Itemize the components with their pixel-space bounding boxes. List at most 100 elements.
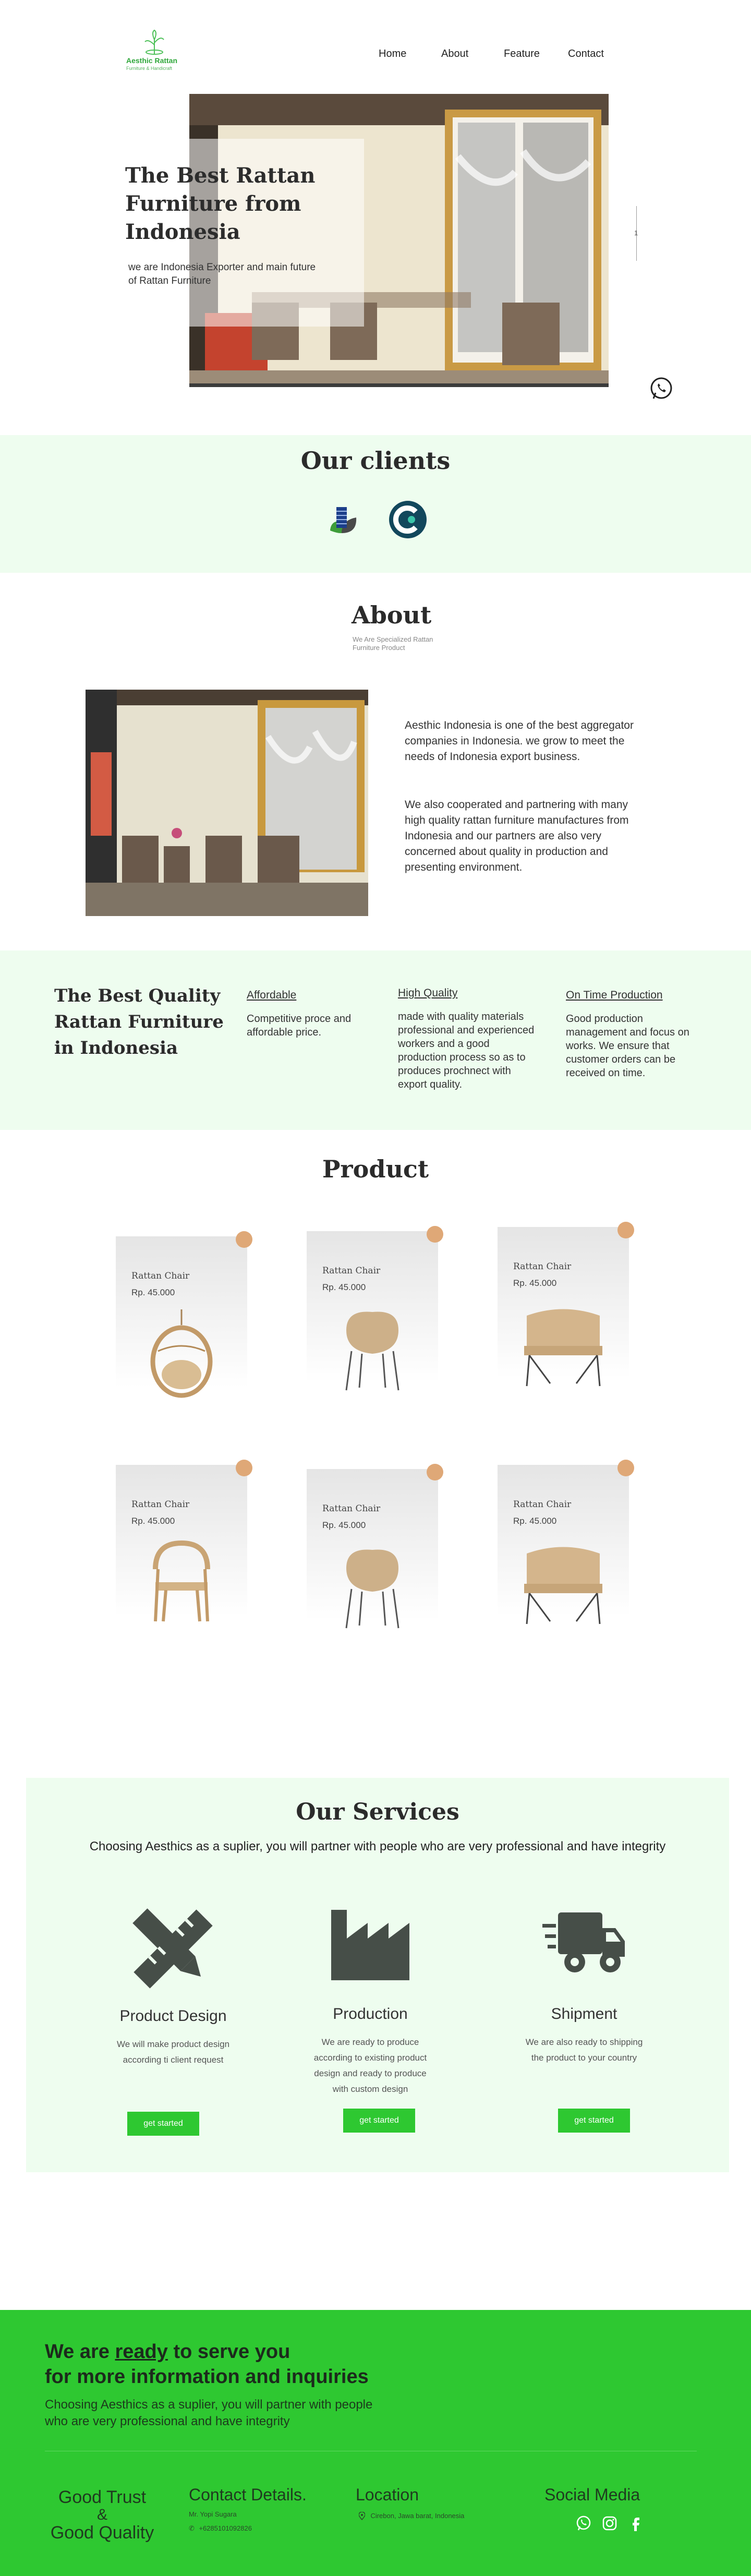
product-title: Product	[322, 1155, 429, 1183]
logo-text: Aesthic Rattan	[126, 56, 178, 65]
hero-title: The Best Rattan Furniture from Indonesia	[125, 163, 316, 244]
quality-text: Good production management and focus on …	[566, 1013, 689, 1079]
product-price: Rp. 45.000	[322, 1520, 366, 1530]
cta-sub-1: Choosing Aesthics as a suplier, you will…	[45, 2398, 373, 2412]
clients-section: Our clients	[0, 435, 751, 573]
about-section: About We Are Specialized Rattan Furnitur…	[0, 574, 751, 949]
quality-heading: High Quality	[398, 987, 458, 999]
product-section: Product Rattan Chair Rp. 45.000 Rattan C…	[0, 1132, 751, 1654]
site-header: Aesthic Rattan Furniture & Handicraft Ho…	[0, 0, 751, 89]
product-card[interactable]: Rattan Chair Rp. 45.000	[116, 1460, 252, 1622]
services-title: Our Services	[296, 1799, 459, 1825]
whatsapp-button[interactable]	[649, 377, 673, 401]
quality-section: The Best Quality Rattan Furniture in Ind…	[0, 950, 751, 1130]
nav-about[interactable]: About	[441, 48, 468, 60]
product-card[interactable]: Rattan Chair Rp. 45.000	[498, 1222, 634, 1387]
service-desc: We will make product design according ti…	[116, 2039, 230, 2065]
nav-feature[interactable]: Feature	[504, 48, 540, 60]
location-title: Location	[356, 2485, 419, 2504]
about-tagline: We Are Specialized Rattan Furniture Prod…	[353, 635, 433, 652]
facebook-link[interactable]	[628, 2515, 644, 2531]
product-badge	[617, 1222, 634, 1238]
product-name: Rattan Chair	[131, 1499, 190, 1510]
services-subtitle: Choosing Aesthics as a suplier, you will…	[89, 1839, 666, 1853]
quality-text: made with quality materials professional…	[398, 1011, 535, 1090]
services-section: Our Services Choosing Aesthics as a supl…	[26, 1778, 729, 2172]
bench-chair-icon	[524, 1547, 602, 1624]
whatsapp-icon	[650, 377, 672, 399]
truck-icon	[542, 1912, 625, 1972]
product-card[interactable]: Rattan Chair Rp. 45.000	[307, 1226, 443, 1391]
contact-title: Contact Details.	[189, 2485, 307, 2504]
letter-c-icon	[389, 501, 427, 538]
about-title: About	[352, 601, 432, 629]
about-para-2: We also cooperated and partnering with m…	[405, 799, 629, 873]
cta-line1-pre: We are	[45, 2341, 115, 2363]
phone-icon: ✆	[189, 2524, 195, 2532]
clients-title: Our clients	[300, 447, 451, 475]
trust-line2: Good Quality	[50, 2523, 154, 2543]
cta-line2: for more information and inquiries	[45, 2366, 369, 2388]
arm-chair-icon	[153, 1540, 210, 1622]
nav-home[interactable]: Home	[379, 48, 406, 60]
hero-subtitle: we are Indonesia Exporter and main futur…	[128, 262, 316, 286]
footer-section: We are ready to serve you for more infor…	[0, 2310, 751, 2576]
cta-heading: We are ready to serve you for more infor…	[45, 2339, 369, 2389]
shell-chair-icon	[345, 1549, 399, 1629]
trust-block: Good Trust & Good Quality	[45, 2487, 160, 2543]
shell-chair-icon	[345, 1311, 399, 1391]
leaf-building-icon	[330, 507, 357, 533]
contact-phone-row[interactable]: ✆ +6285101092826	[189, 2524, 252, 2533]
trust-line1: Good Trust	[58, 2487, 147, 2507]
quality-title: The Best Quality Rattan Furniture in Ind…	[54, 985, 224, 1058]
factory-icon	[331, 1910, 409, 1980]
quality-heading: On Time Production	[566, 989, 663, 1001]
client-logo-2[interactable]	[387, 499, 429, 540]
contact-phone: +6285101092826	[199, 2524, 252, 2532]
product-badge	[427, 1464, 443, 1480]
whatsapp-link[interactable]	[576, 2515, 591, 2531]
service-title: Product Design	[119, 2007, 227, 2025]
logo-subtext: Furniture & Handicraft	[126, 66, 173, 71]
cafe-terrace-photo	[86, 690, 368, 916]
bench-chair-icon	[524, 1309, 602, 1387]
client-logo-1[interactable]	[326, 502, 362, 540]
product-price: Rp. 45.000	[131, 1516, 175, 1526]
instagram-icon	[602, 2516, 617, 2531]
product-badge	[617, 1460, 634, 1476]
hero-section: The Best Rattan Furniture from Indonesia…	[0, 89, 751, 407]
product-name: Rattan Chair	[513, 1499, 572, 1510]
product-card[interactable]: Rattan Chair Rp. 45.000	[116, 1231, 252, 1398]
location-text: Cirebon, Jawa barat, Indonesia	[370, 2512, 465, 2520]
product-name: Rattan Chair	[322, 1503, 381, 1514]
product-price: Rp. 45.000	[513, 1516, 557, 1526]
hanging-chair-icon	[150, 1309, 213, 1398]
product-price: Rp. 45.000	[513, 1278, 557, 1288]
facebook-icon	[633, 2518, 639, 2531]
about-para-1: Aesthic Indonesia is one of the best agg…	[405, 719, 634, 763]
service-desc: We are ready to produce according to exi…	[313, 2037, 427, 2094]
product-badge	[236, 1231, 252, 1248]
product-card[interactable]: Rattan Chair Rp. 45.000	[307, 1464, 443, 1629]
cta-line1-post: to serve you	[167, 2341, 290, 2363]
instagram-link[interactable]	[602, 2515, 617, 2531]
location-row: Cirebon, Jawa barat, Indonesia	[358, 2511, 465, 2521]
get-started-button[interactable]: get started	[127, 2112, 199, 2136]
slide-indicator[interactable]: 1	[634, 206, 640, 261]
get-started-button[interactable]: get started	[558, 2109, 630, 2133]
cta-ready: ready	[115, 2341, 168, 2363]
product-price: Rp. 45.000	[322, 1282, 366, 1292]
brand-logo[interactable]: Aesthic Rattan Furniture & Handicraft	[123, 29, 191, 71]
product-name: Rattan Chair	[513, 1261, 572, 1272]
product-price: Rp. 45.000	[131, 1287, 175, 1297]
product-card[interactable]: Rattan Chair Rp. 45.000	[498, 1460, 634, 1624]
nav-contact[interactable]: Contact	[568, 48, 604, 60]
product-name: Rattan Chair	[322, 1266, 381, 1276]
trust-amp: &	[96, 2506, 107, 2523]
cta-sub-2: who are very professional and have integ…	[45, 2414, 290, 2428]
pencil-ruler-icon	[132, 1908, 213, 1989]
about-image	[86, 690, 368, 916]
plant-logo-icon	[144, 29, 164, 55]
contact-name: Mr. Yopi Sugara	[189, 2510, 237, 2518]
get-started-button[interactable]: get started	[343, 2109, 415, 2133]
